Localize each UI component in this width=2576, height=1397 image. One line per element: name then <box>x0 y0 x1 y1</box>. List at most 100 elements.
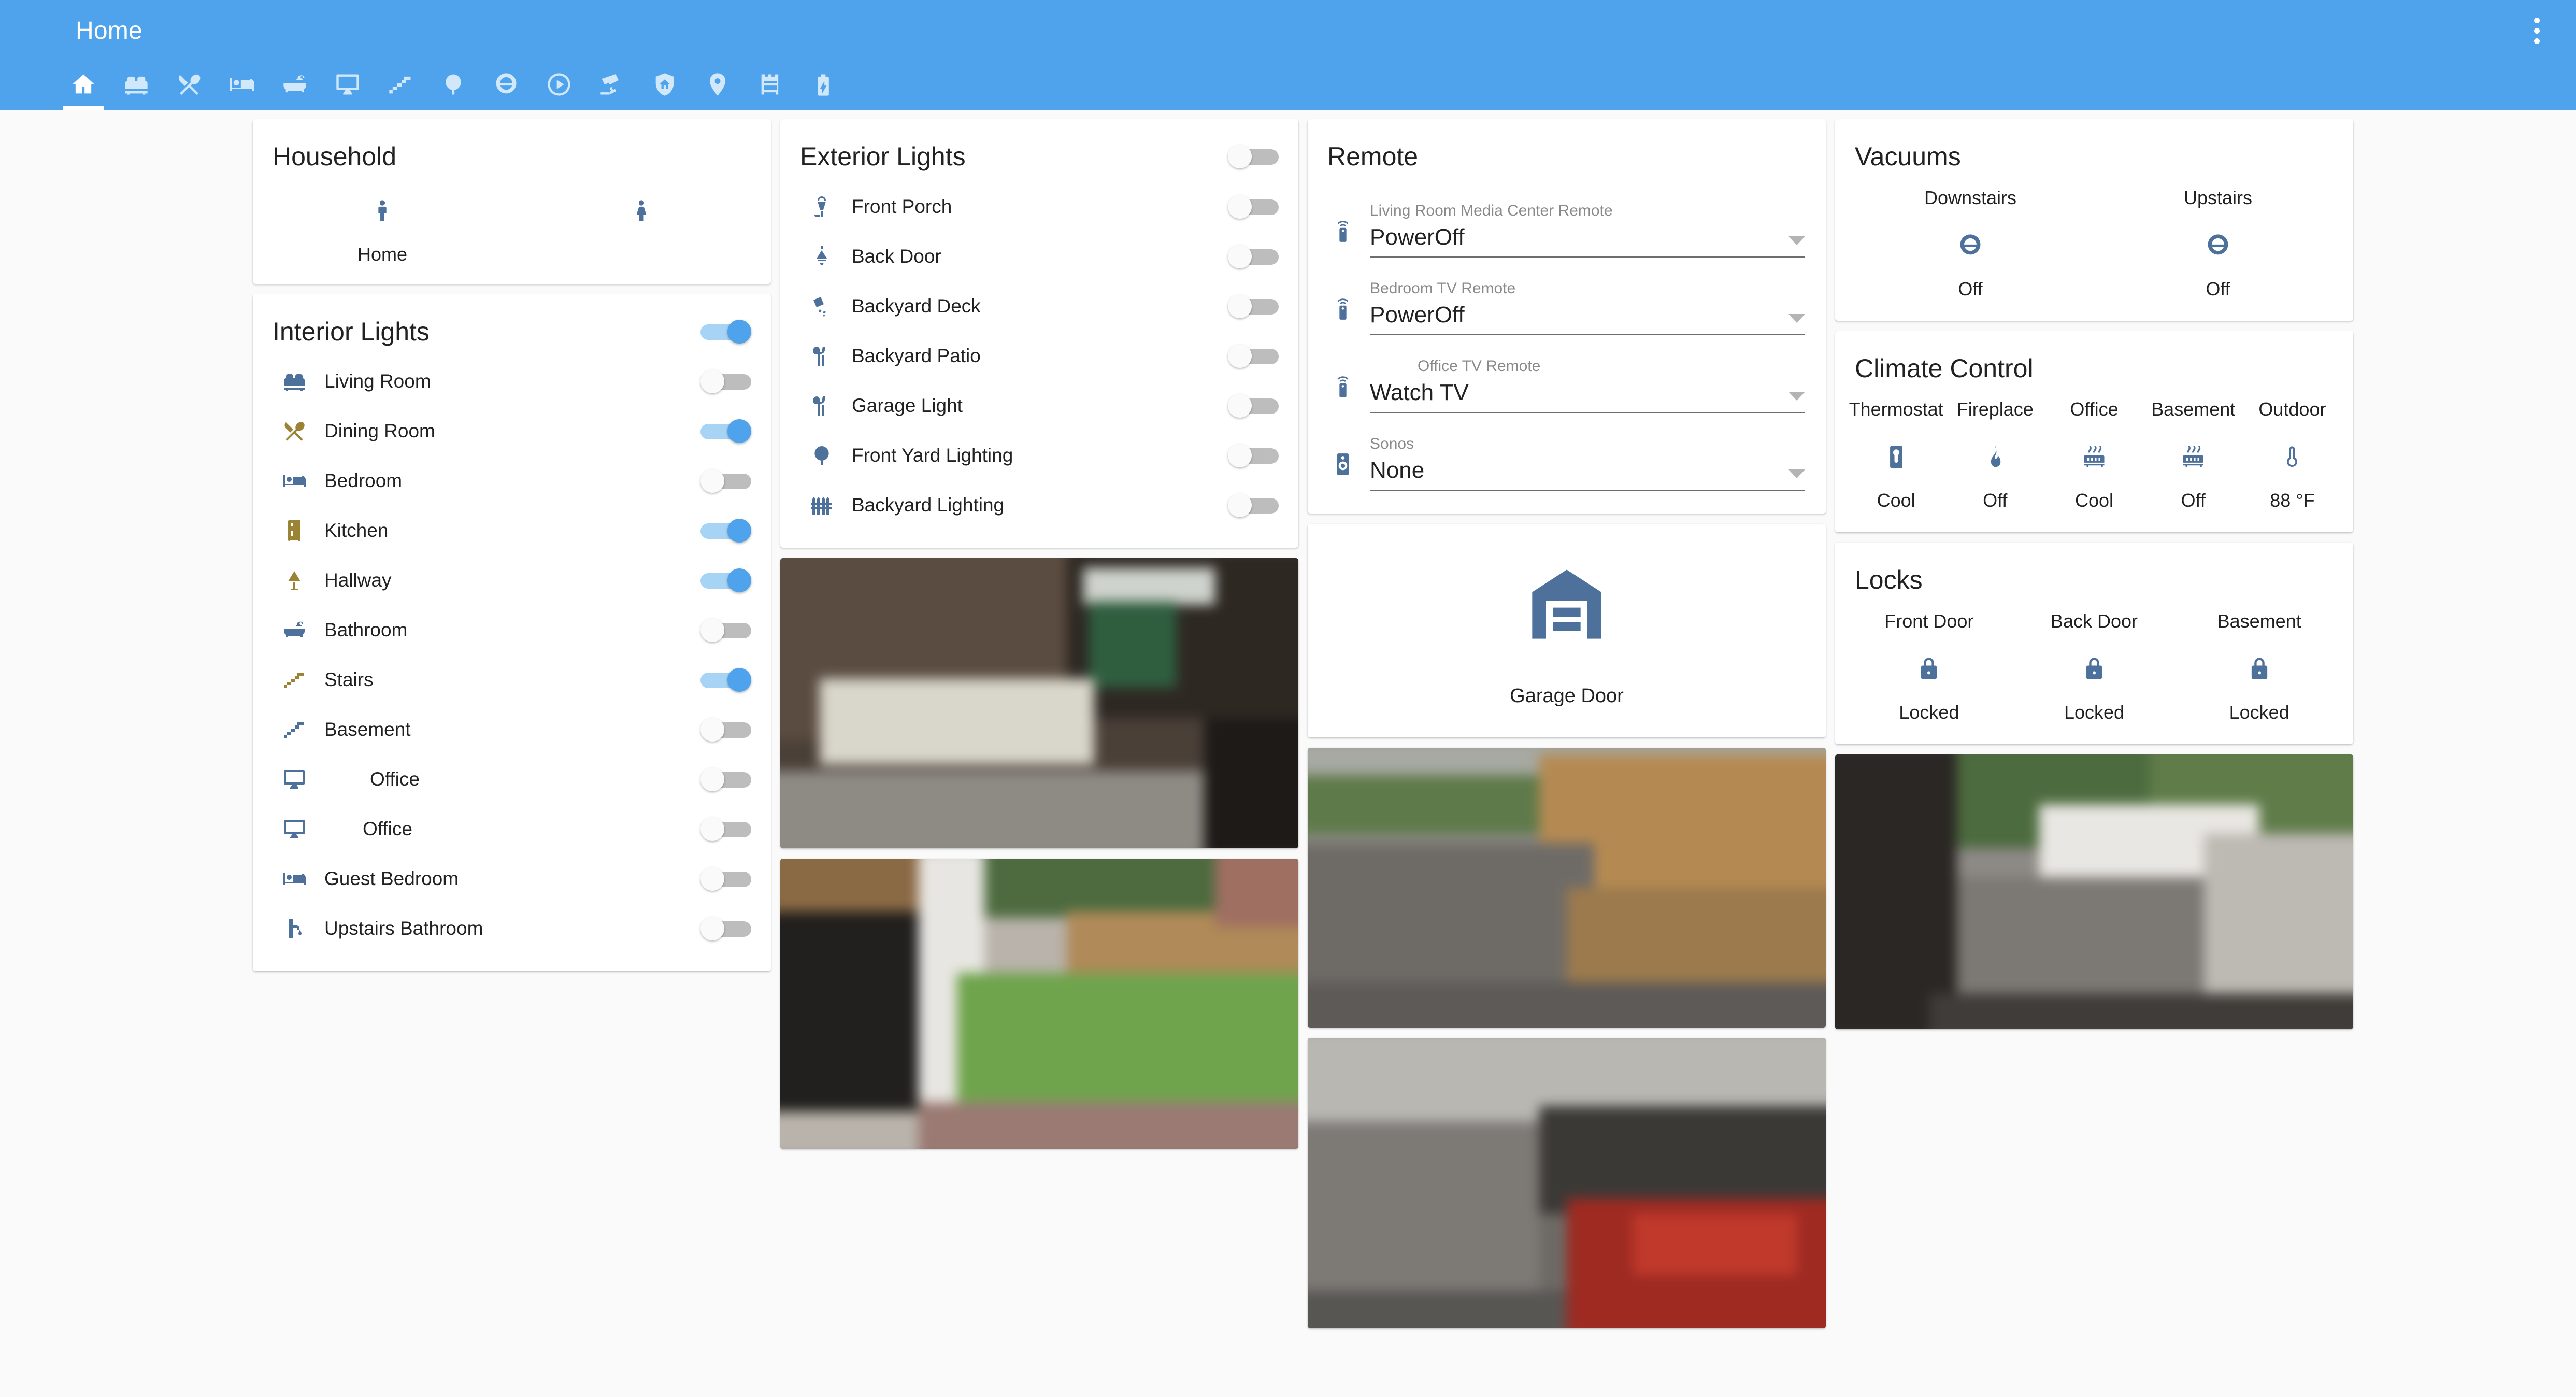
climate-tile[interactable]: BasementOff <box>2144 398 2243 511</box>
chevron-down-icon[interactable] <box>1788 392 1805 401</box>
vacuums-tile[interactable]: UpstairsOff <box>2094 187 2342 300</box>
tab-bathroom[interactable] <box>268 61 321 110</box>
tab-cameras[interactable] <box>585 61 638 110</box>
remote-select-control[interactable]: None <box>1370 458 1805 491</box>
light-row[interactable]: Living Room <box>253 357 771 406</box>
light-toggle[interactable] <box>700 419 751 443</box>
remote-label: Bedroom TV Remote <box>1370 280 1805 297</box>
light-toggle[interactable] <box>1228 493 1279 517</box>
light-row[interactable]: Office <box>253 754 771 804</box>
climate-tile[interactable]: FireplaceOff <box>1945 398 2044 511</box>
light-row[interactable]: Garage Light <box>780 381 1298 431</box>
light-toggle[interactable] <box>700 568 751 592</box>
light-toggle[interactable] <box>700 767 751 791</box>
light-toggle[interactable] <box>1228 195 1279 219</box>
chevron-down-icon[interactable] <box>1788 314 1805 323</box>
light-row[interactable]: Office <box>253 804 771 854</box>
remote-select-control[interactable]: PowerOff <box>1370 302 1805 335</box>
tab-energy[interactable] <box>797 61 850 110</box>
tab-office[interactable] <box>321 61 374 110</box>
stairs-icon <box>387 71 414 101</box>
remote-row[interactable]: Living Room Media Center RemotePowerOff <box>1323 185 1805 263</box>
garage-door-button[interactable]: Garage Door <box>1308 524 1826 737</box>
light-row[interactable]: Guest Bedroom <box>253 854 771 904</box>
remote-select[interactable]: Office TV RemoteWatch TV <box>1370 358 1805 418</box>
tab-living-room[interactable] <box>110 61 163 110</box>
light-row[interactable]: Bedroom <box>253 456 771 506</box>
camera-driveway[interactable] <box>1308 748 1826 1028</box>
remote-select-control[interactable]: Watch TV <box>1370 380 1805 413</box>
overflow-menu-icon[interactable] <box>2521 12 2552 49</box>
tab-vacuum[interactable] <box>480 61 533 110</box>
remote-icon <box>1323 374 1363 418</box>
light-row[interactable]: Dining Room <box>253 406 771 456</box>
fence-icon <box>803 493 840 518</box>
light-toggle[interactable] <box>1228 394 1279 418</box>
light-row[interactable]: Basement <box>253 705 771 754</box>
tab-fence[interactable] <box>744 61 797 110</box>
tab-location[interactable] <box>691 61 744 110</box>
tab-bedroom[interactable] <box>216 61 268 110</box>
remote-row[interactable]: Bedroom TV Remote PowerOff <box>1323 263 1805 340</box>
light-row[interactable]: Front Yard Lighting <box>780 431 1298 480</box>
tab-home[interactable] <box>57 61 110 110</box>
tab-stairs[interactable] <box>374 61 427 110</box>
household-person[interactable] <box>512 195 771 265</box>
remote-select-control[interactable]: PowerOff <box>1370 224 1805 258</box>
locks-tile[interactable]: Back DoorLocked <box>2012 610 2177 723</box>
light-row[interactable]: Stairs <box>253 655 771 705</box>
light-row[interactable]: Front Porch <box>780 182 1298 232</box>
tab-media[interactable] <box>533 61 585 110</box>
vacuums-tile[interactable]: DownstairsOff <box>1847 187 2094 300</box>
exterior-lights-master-toggle[interactable] <box>1228 145 1279 168</box>
chevron-down-icon[interactable] <box>1788 469 1805 478</box>
camera-garage-interior[interactable] <box>1308 1038 1826 1328</box>
remote-label: Sonos <box>1370 435 1805 453</box>
light-row[interactable]: Bathroom <box>253 605 771 655</box>
light-toggle[interactable] <box>1228 344 1279 368</box>
light-row[interactable]: Backyard Deck <box>780 281 1298 331</box>
light-toggle[interactable] <box>700 867 751 891</box>
camera-front-porch[interactable] <box>1835 754 2353 1029</box>
light-toggle[interactable] <box>700 519 751 543</box>
light-row[interactable]: Kitchen <box>253 506 771 555</box>
remote-row[interactable]: Sonos None <box>1323 418 1805 496</box>
tab-dining-room[interactable] <box>163 61 216 110</box>
light-toggle[interactable] <box>700 668 751 692</box>
locks-tile[interactable]: Front DoorLocked <box>1847 610 2012 723</box>
toggle-knob <box>1228 394 1252 418</box>
locks-tile[interactable]: BasementLocked <box>2177 610 2342 723</box>
dot <box>2534 28 2540 34</box>
climate-tile[interactable]: ThermostatCool <box>1847 398 1945 511</box>
household-person[interactable]: Home <box>253 195 512 265</box>
chevron-down-icon[interactable] <box>1788 236 1805 245</box>
garage-door-card[interactable]: Garage Door <box>1308 524 1826 737</box>
light-toggle[interactable] <box>1228 294 1279 318</box>
toggle-knob <box>700 469 724 493</box>
light-toggle[interactable] <box>1228 444 1279 467</box>
camera-backyard-yard[interactable] <box>780 859 1298 1149</box>
light-toggle[interactable] <box>700 817 751 841</box>
light-row[interactable]: Back Door <box>780 232 1298 281</box>
remote-select[interactable]: Living Room Media Center RemotePowerOff <box>1370 202 1805 263</box>
light-toggle[interactable] <box>1228 245 1279 268</box>
light-toggle[interactable] <box>700 618 751 642</box>
light-row[interactable]: Hallway <box>253 555 771 605</box>
remote-select[interactable]: Sonos None <box>1370 435 1805 496</box>
climate-tile[interactable]: OfficeCool <box>2044 398 2143 511</box>
light-toggle[interactable] <box>700 718 751 742</box>
light-toggle[interactable] <box>700 917 751 940</box>
light-row[interactable]: Upstairs Bathroom <box>253 904 771 953</box>
app-bar: Home <box>0 0 2576 110</box>
remote-row[interactable]: Office TV RemoteWatch TV <box>1323 340 1805 418</box>
tab-yard[interactable] <box>427 61 480 110</box>
climate-tile[interactable]: Outdoor88 °F <box>2243 398 2342 511</box>
light-row[interactable]: Backyard Lighting <box>780 480 1298 530</box>
tab-security[interactable] <box>638 61 691 110</box>
light-toggle[interactable] <box>700 469 751 493</box>
remote-select[interactable]: Bedroom TV Remote PowerOff <box>1370 280 1805 340</box>
light-toggle[interactable] <box>700 369 751 393</box>
camera-backyard-deck[interactable] <box>780 558 1298 848</box>
light-row[interactable]: Backyard Patio <box>780 331 1298 381</box>
interior-lights-master-toggle[interactable] <box>700 320 751 344</box>
